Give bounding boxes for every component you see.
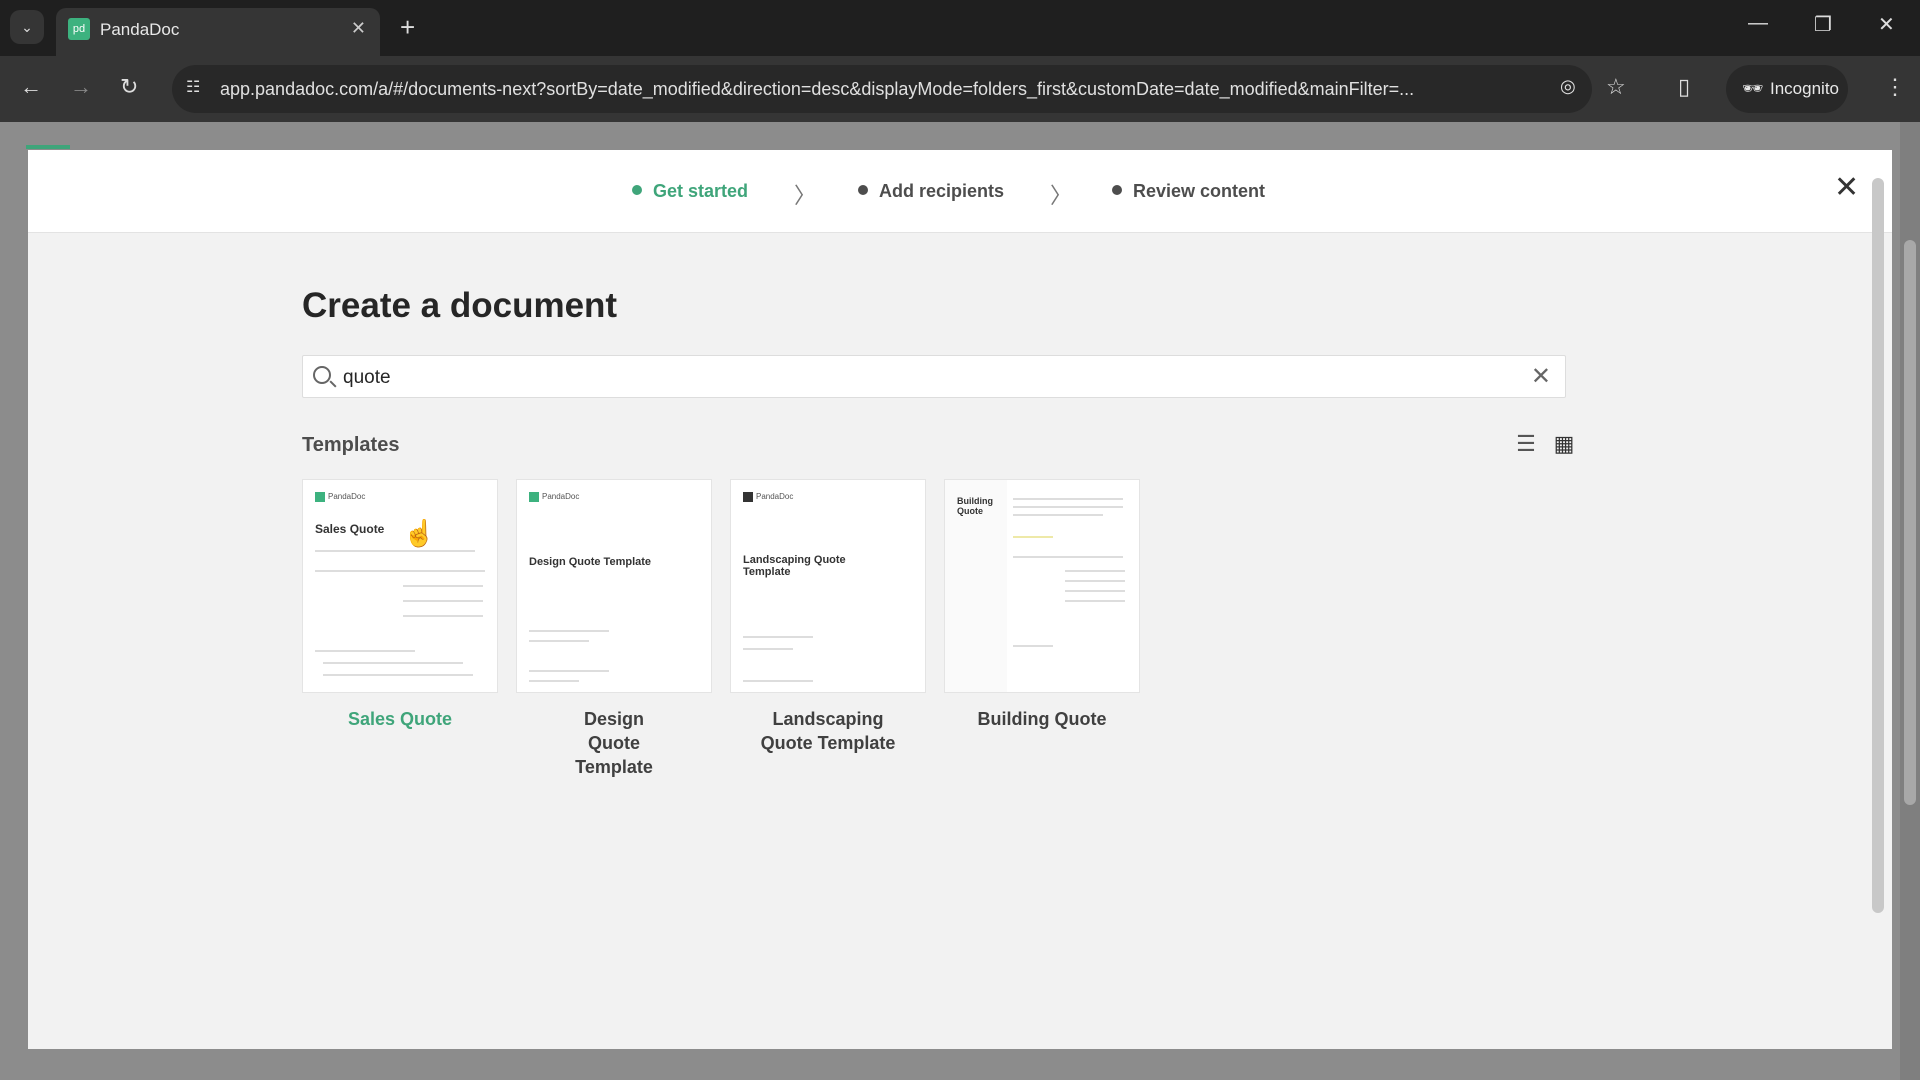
search-input[interactable]: quote ✕: [302, 355, 1566, 398]
chevron-right-icon: 〉: [1050, 183, 1073, 208]
step-dot-icon: [858, 185, 868, 195]
browser-menu-icon[interactable]: ⋮: [1884, 74, 1906, 100]
template-card-landscaping-quote[interactable]: PandaDoc Landscaping Quote Template: [730, 479, 926, 693]
templates-heading: Templates: [302, 434, 400, 456]
preview-title: Landscaping Quote Template: [743, 554, 846, 578]
pandadoc-favicon-icon: pd: [68, 18, 90, 40]
pandadoc-logo-icon: PandaDoc: [529, 492, 579, 502]
new-tab-icon[interactable]: +: [400, 12, 415, 43]
template-card-design-quote[interactable]: PandaDoc Design Quote Template: [516, 479, 712, 693]
step-label: Add recipients: [879, 181, 1005, 201]
modal-scrollbar-thumb[interactable]: [1872, 178, 1884, 913]
browser-tab[interactable]: pd PandaDoc ✕: [56, 8, 380, 56]
preview-title: Sales Quote: [315, 522, 385, 536]
pandadoc-logo-icon: PandaDoc: [743, 492, 793, 502]
back-icon[interactable]: ←: [20, 74, 42, 100]
template-card-sales-quote[interactable]: PandaDoc Sales Quote ☝: [302, 479, 498, 693]
template-card-building-quote[interactable]: Building Quote: [944, 479, 1140, 693]
tab-title: PandaDoc: [100, 20, 180, 39]
template-name-landscaping-quote[interactable]: Landscaping Quote Template: [730, 707, 926, 755]
preview-title: Building Quote: [957, 496, 993, 516]
side-panel-icon[interactable]: ▯: [1678, 74, 1690, 100]
grid-view-icon[interactable]: ▦: [1550, 430, 1578, 458]
bookmark-star-icon[interactable]: ☆: [1606, 74, 1626, 100]
incognito-icon: 🕶: [1742, 79, 1764, 98]
page-title: Create a document: [302, 286, 618, 325]
reload-icon[interactable]: ↻: [120, 74, 138, 100]
incognito-label: Incognito: [1770, 79, 1839, 98]
search-icon: [313, 366, 331, 384]
pandadoc-logo-icon: PandaDoc: [315, 492, 365, 502]
url-text: app.pandadoc.com/a/#/documents-next?sort…: [220, 79, 1415, 99]
window-close-icon[interactable]: ✕: [1878, 12, 1895, 37]
forward-icon[interactable]: →: [70, 74, 92, 100]
url-field[interactable]: ☷ app.pandadoc.com/a/#/documents-next?so…: [172, 65, 1592, 113]
create-document-modal: Get started 〉 Add recipients 〉 Review co…: [28, 150, 1892, 1049]
browser-tab-bar: ⌄ pd PandaDoc ✕ + — ❐ ✕: [0, 0, 1920, 56]
modal-close-icon[interactable]: ✕: [1834, 170, 1859, 205]
tab-search-chevron-icon[interactable]: ⌄: [10, 10, 44, 44]
clear-search-icon[interactable]: ✕: [1531, 362, 1551, 391]
step-label: Review content: [1133, 181, 1266, 201]
step-dot-icon: [632, 185, 642, 195]
step-add-recipients[interactable]: Add recipients: [858, 181, 1004, 202]
site-settings-icon[interactable]: ☷: [186, 77, 200, 97]
template-name-sales-quote[interactable]: Sales Quote: [302, 707, 498, 731]
restore-icon[interactable]: ❐: [1814, 12, 1832, 37]
step-get-started[interactable]: Get started: [632, 181, 748, 202]
search-value: quote: [343, 367, 391, 388]
modal-header: Get started 〉 Add recipients 〉 Review co…: [28, 150, 1892, 233]
step-dot-icon: [1112, 185, 1122, 195]
app-accent-bar: [26, 145, 70, 149]
hand-cursor-icon: ☝: [403, 518, 436, 548]
template-name-building-quote[interactable]: Building Quote: [944, 707, 1140, 731]
tab-close-icon[interactable]: ✕: [351, 18, 366, 39]
page-scrollbar-thumb[interactable]: [1904, 240, 1916, 805]
eye-off-icon[interactable]: ◎: [1560, 76, 1576, 97]
preview-title: Design Quote Template: [529, 556, 652, 568]
list-view-icon[interactable]: ☰: [1512, 430, 1540, 458]
address-bar-row: ← → ↻ ☷ app.pandadoc.com/a/#/documents-n…: [0, 56, 1920, 122]
template-name-design-quote[interactable]: Design Quote Template: [516, 707, 712, 779]
chevron-right-icon: 〉: [794, 183, 817, 208]
step-review-content[interactable]: Review content: [1112, 181, 1265, 202]
minimize-icon[interactable]: —: [1748, 12, 1768, 35]
step-label: Get started: [653, 181, 749, 201]
incognito-button[interactable]: 🕶 Incognito: [1726, 65, 1848, 113]
